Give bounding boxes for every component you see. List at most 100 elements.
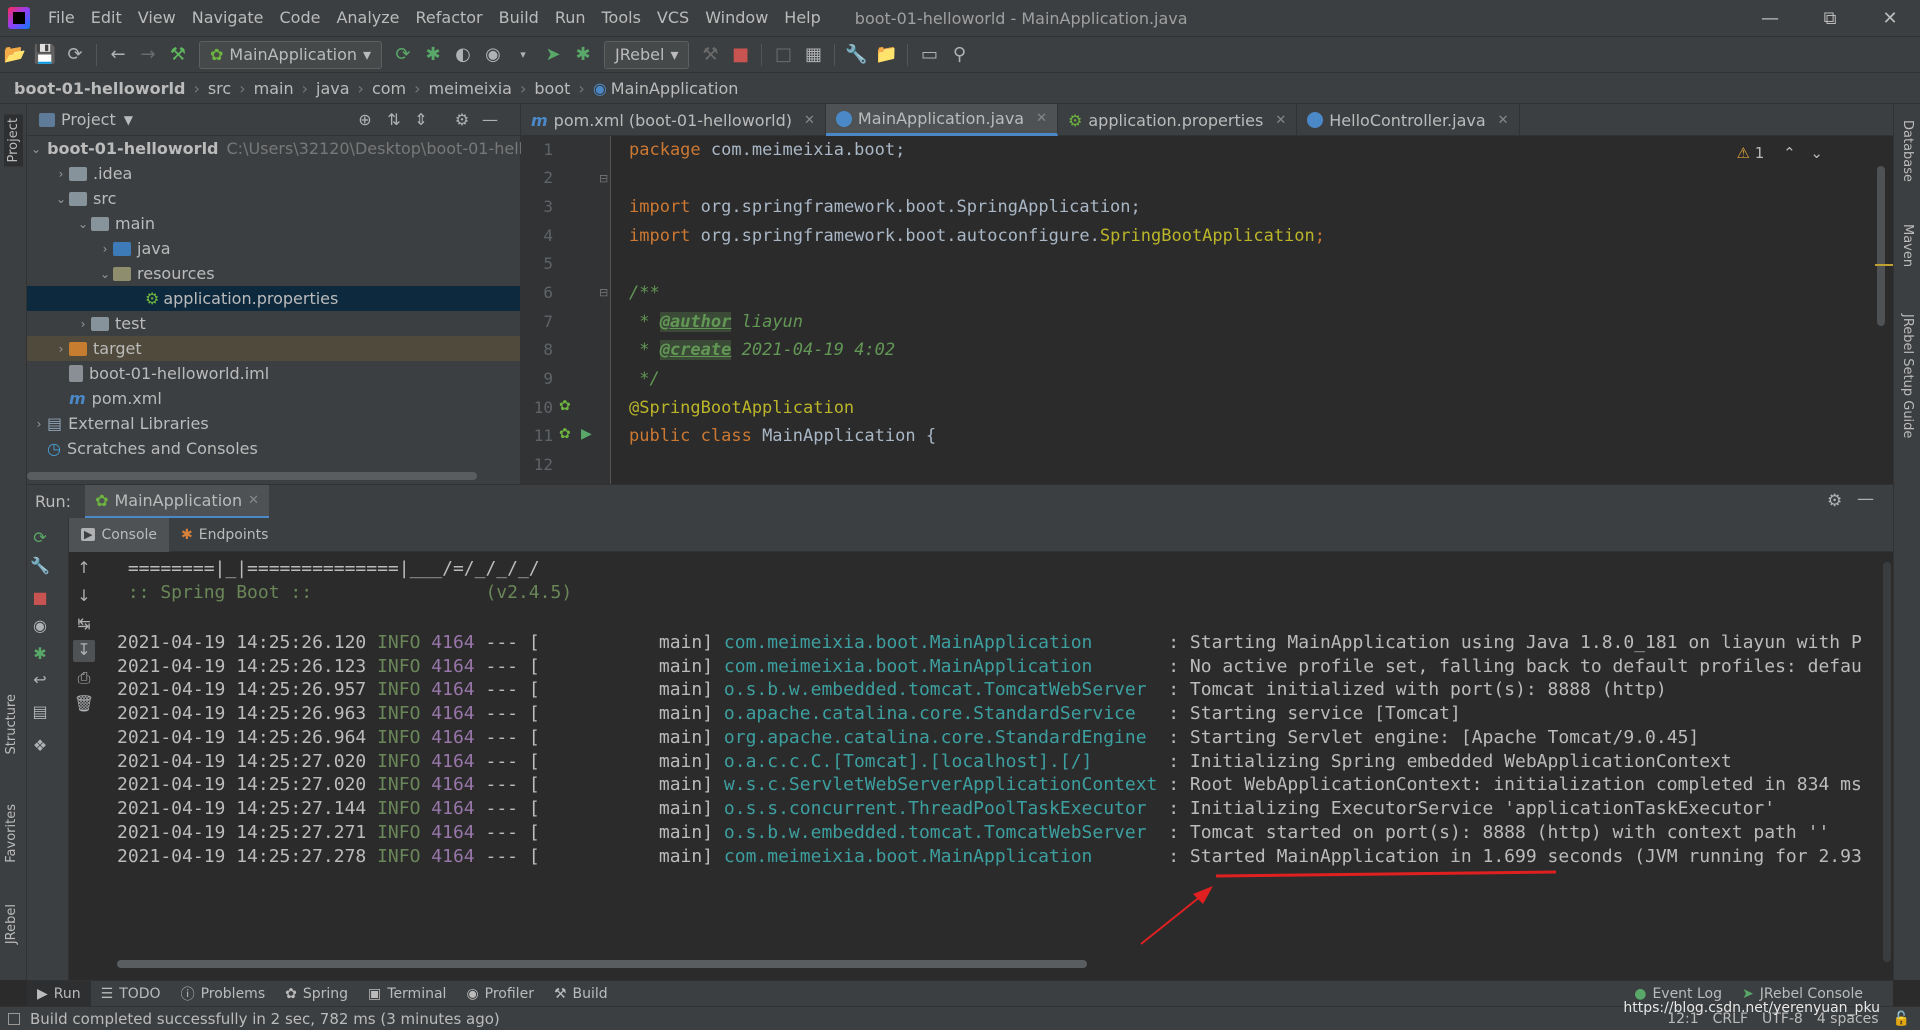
tree-item-application-properties[interactable]: ⚙ application.properties [27, 286, 520, 311]
scroll-down-icon[interactable]: ↓ [73, 586, 95, 608]
tree-item-java[interactable]: › java [27, 236, 520, 261]
rerun-icon[interactable]: ⟳ [29, 528, 51, 550]
crumb-boot[interactable]: boot [534, 79, 570, 98]
console-vertical-scrollbar[interactable] [1883, 562, 1891, 962]
crumb-meimeixia[interactable]: meimeixia [429, 79, 512, 98]
fold-icon[interactable]: ⊟ [599, 172, 608, 185]
stop-icon[interactable]: ■ [725, 40, 755, 70]
chevron-right-icon[interactable]: › [53, 167, 69, 181]
console-output[interactable]: ========|_|==============|___/=/_/_/_/ :… [101, 552, 1893, 980]
menu-navigate[interactable]: Navigate [184, 0, 272, 36]
more-run-icon[interactable]: ▾ [508, 40, 538, 70]
tree-item-scratches[interactable]: ◷ Scratches and Consoles [27, 436, 520, 461]
scroll-up-icon[interactable]: ↑ [73, 558, 95, 580]
restore-layout-icon[interactable]: ↩ [29, 670, 51, 692]
jrebel-run-icon[interactable]: ➤ [538, 40, 568, 70]
menu-view[interactable]: View [130, 0, 184, 36]
tree-item-target[interactable]: › target [27, 336, 520, 361]
menu-tools[interactable]: Tools [594, 0, 649, 36]
project-structure-icon[interactable]: ▦ [798, 40, 828, 70]
crumb-java[interactable]: java [316, 79, 350, 98]
project-folder-icon[interactable]: 📁 [871, 40, 901, 70]
bottom-tab-run[interactable]: ▶ Run [27, 980, 91, 1007]
inspection-widget[interactable]: ⚠ 1 ⌃ ⌄ [1737, 144, 1824, 162]
crumb-main[interactable]: main [254, 79, 294, 98]
pin-icon[interactable]: ❖ [29, 736, 51, 758]
crumb-src[interactable]: src [208, 79, 231, 98]
bottom-tab-terminal[interactable]: ▣ Terminal [358, 981, 456, 1007]
stripe-favorites-tab[interactable]: Favorites [4, 804, 19, 863]
build-hammer-icon[interactable]: ⚒ [163, 40, 193, 70]
run-config-dropdown[interactable]: ✿ MainApplication ▾ [199, 40, 383, 69]
expand-all-icon[interactable]: ⇅ [383, 110, 405, 132]
tab-application-properties[interactable]: ⚙ application.properties ✕ [1058, 104, 1298, 136]
sync-icon[interactable]: ⟳ [60, 40, 90, 70]
presentation-icon[interactable]: ▭ [914, 40, 944, 70]
chevron-down-icon[interactable]: ⌄ [97, 267, 113, 281]
menu-analyze[interactable]: Analyze [328, 0, 407, 36]
debug-bug-icon[interactable]: ✱ [418, 40, 448, 70]
coverage-icon[interactable]: ◐ [448, 40, 478, 70]
clear-trash-icon[interactable]: 🗑 [73, 694, 95, 716]
menu-code[interactable]: Code [272, 0, 329, 36]
menu-window[interactable]: Window [697, 0, 776, 36]
tab-hellocontroller-java[interactable]: HelloController.java ✕ [1297, 104, 1520, 136]
stripe-jrebel-tab[interactable]: JRebel [4, 904, 19, 944]
chevron-right-icon[interactable]: › [53, 342, 69, 356]
collapse-all-icon[interactable]: ⇕ [410, 110, 432, 132]
locate-target-icon[interactable]: ⊕ [354, 110, 376, 132]
bottom-tab-todo[interactable]: ☰ TODO [91, 981, 171, 1007]
tab-mainapplication-java[interactable]: MainApplication.java ✕ [825, 104, 1059, 136]
chevron-up-icon[interactable]: ⌃ [1783, 144, 1796, 162]
minimize-button[interactable]: — [1740, 0, 1800, 36]
status-message[interactable]: Build completed successfully in 2 sec, 7… [30, 1010, 500, 1028]
stop-icon[interactable]: ■ [29, 588, 51, 610]
project-view-title[interactable]: Project [61, 110, 116, 129]
tab-pom-xml[interactable]: m pom.xml (boot-01-helloworld) ✕ [521, 104, 826, 136]
soft-wrap-icon[interactable]: ↹ [73, 614, 95, 636]
status-square-icon[interactable] [8, 1012, 20, 1025]
stripe-jrebel-setup-tab[interactable]: JRebel Setup Guide [1900, 314, 1915, 438]
gear-icon[interactable]: ⚙ [451, 110, 473, 132]
tree-item-external-libraries[interactable]: › ▤ External Libraries [27, 411, 520, 436]
warning-stripe-marker[interactable] [1875, 264, 1893, 266]
bottom-tab-problems[interactable]: ⓘ Problems [171, 981, 276, 1007]
save-all-icon[interactable]: 💾 [30, 40, 60, 70]
run-config-tab[interactable]: ✿ MainApplication ✕ [85, 484, 269, 519]
gear-icon[interactable]: ⚙ [1827, 491, 1842, 511]
menu-help[interactable]: Help [776, 0, 828, 36]
tab-console[interactable]: ▶ Console [69, 517, 170, 552]
tree-item-main[interactable]: ⌄ main [27, 211, 520, 236]
jrebel-dropdown[interactable]: JRebel ▾ [604, 40, 690, 69]
jrebel-debug-icon[interactable]: ✱ [568, 40, 598, 70]
layout-icon[interactable]: ▤ [29, 702, 51, 724]
tree-item-src[interactable]: ⌄ src [27, 186, 520, 211]
crumb-com[interactable]: com [372, 79, 406, 98]
close-tab-icon[interactable]: ✕ [1275, 113, 1286, 128]
spring-bean-gutter-icon[interactable]: ✿ [559, 426, 571, 442]
tab-endpoints[interactable]: ✱ Endpoints [169, 518, 280, 552]
chevron-right-icon[interactable]: › [31, 417, 47, 431]
chevron-down-icon[interactable]: ⌄ [31, 142, 41, 156]
scroll-to-end-icon[interactable]: ↧ [73, 640, 95, 662]
hammer-disabled-icon[interactable]: ⚒ [695, 40, 725, 70]
chevron-right-icon[interactable]: › [97, 242, 113, 256]
tree-item-resources[interactable]: ⌄ resources [27, 261, 520, 286]
bottom-tab-spring[interactable]: ✿ Spring [275, 981, 358, 1007]
search-icon[interactable]: ⚲ [944, 40, 974, 70]
code-editor[interactable]: 1 2 3 4 5 6 7 8 9 10 11 12 ✿ ✿ ▶ ⊟ ⊟ pac… [521, 136, 1893, 484]
stripe-project-tab[interactable]: Project [4, 114, 23, 167]
tree-item-pom[interactable]: m pom.xml [27, 386, 520, 411]
close-tab-icon[interactable]: ✕ [1498, 113, 1509, 128]
stripe-maven-tab[interactable]: Maven [1900, 224, 1915, 267]
tree-item-iml[interactable]: boot-01-helloworld.iml [27, 361, 520, 386]
crumb-project[interactable]: boot-01-helloworld [14, 79, 185, 98]
settings-wrench-icon[interactable]: 🔧 [841, 40, 871, 70]
close-tab-icon[interactable]: ✕ [804, 113, 815, 128]
hide-panel-icon[interactable]: — [1857, 489, 1874, 509]
restore-button[interactable]: ⧉ [1800, 0, 1860, 36]
close-tab-icon[interactable]: ✕ [1036, 111, 1047, 126]
open-folder-icon[interactable]: 📂 [0, 40, 30, 70]
print-icon[interactable]: ⎙ [73, 668, 95, 690]
chevron-down-icon[interactable]: ⌄ [75, 217, 91, 231]
